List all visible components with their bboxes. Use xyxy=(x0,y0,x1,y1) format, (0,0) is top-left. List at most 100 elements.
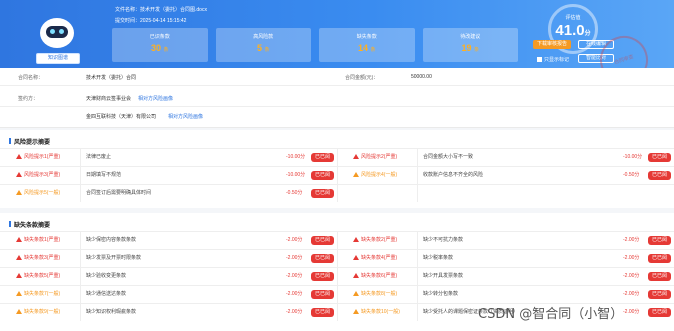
item-description: 缺少验收变更条款 xyxy=(86,273,127,279)
robot-avatar-icon xyxy=(40,18,74,48)
severe-level-label: 缺失条款2(严重) xyxy=(353,232,397,249)
item-description: 合同金额大小写不一致 xyxy=(423,154,474,160)
item-description: 缺少通信送达条款 xyxy=(86,291,127,297)
risk-summary-section: 风险提示摘要 风险提示1(严重) 法律已废止 -10.00分 已已阅 风险提示2(严重)… xyxy=(0,130,674,208)
warning-icon xyxy=(16,255,22,261)
contract-review-page: 知识图谱 文件名称：技术开发（委托）合同图.docx 提交时间：2025-04-… xyxy=(0,0,674,331)
normal-level-label: 缺失条款10(一般) xyxy=(353,304,400,321)
mark-read-button[interactable]: 已已阅 xyxy=(648,290,671,299)
severe-level-label: 风险提示1(严重) xyxy=(16,149,60,166)
severe-level-label: 风险提示2(严重) xyxy=(353,149,397,166)
item-score: -2.00分 xyxy=(286,291,303,297)
item-description: 缺少知识权利瑕疵条款 xyxy=(86,309,137,315)
submit-time: 提交时间：2025-04-14 15:15:42 xyxy=(115,18,187,24)
mark-read-button[interactable]: 已已阅 xyxy=(311,189,334,198)
summary-row: 缺失条款7(一般) 缺少通信送达条款 -2.00分 已已阅 缺失条款8(一般) 缺少转分包… xyxy=(0,285,674,303)
warning-icon xyxy=(16,172,22,178)
stat-card-value: 19 条 xyxy=(461,43,480,53)
party-risk-link[interactable]: 相对方风险画像 xyxy=(168,113,203,120)
item-description: 缺少开具发票条款 xyxy=(423,273,464,279)
warning-icon xyxy=(16,154,22,160)
stat-card-suggestions[interactable]: 待改建议 19 条 xyxy=(422,28,518,62)
stat-card-label: 待改建议 xyxy=(460,34,481,40)
item-score: -10.00分 xyxy=(286,172,306,178)
mark-read-button[interactable]: 已已阅 xyxy=(311,254,334,263)
mark-read-button[interactable]: 已已阅 xyxy=(648,236,671,245)
mark-read-button[interactable]: 已已阅 xyxy=(648,272,671,281)
mark-read-button[interactable]: 已已阅 xyxy=(311,171,334,180)
download-report-button[interactable]: 下载审核报告 xyxy=(533,40,571,49)
item-score: -2.00分 xyxy=(286,255,303,261)
stat-card-missing[interactable]: 缺失条款 14 条 xyxy=(319,28,415,62)
severe-level-label: 缺失条款4(严重) xyxy=(353,250,397,267)
stat-card-high-risk[interactable]: 高风险款 5 条 xyxy=(215,28,311,62)
item-description: 合同签订后需要明确具体时间 xyxy=(86,190,152,196)
severe-level-label: 缺失条款6(严重) xyxy=(353,268,397,285)
show-marked-checkbox[interactable]: 只显示标记 xyxy=(537,56,569,63)
normal-level-label: 缺失条款9(一般) xyxy=(16,304,60,321)
item-score: -2.00分 xyxy=(286,273,303,279)
mark-read-button[interactable]: 已已阅 xyxy=(311,153,334,162)
warning-icon xyxy=(16,291,22,297)
item-description: 缺少发票及开票时限条款 xyxy=(86,255,142,261)
item-score: -2.00分 xyxy=(286,309,303,315)
item-score: -0.50分 xyxy=(623,172,640,178)
mark-read-button[interactable]: 已已阅 xyxy=(311,272,334,281)
contract-name-value: 技术开发（委托）合同 xyxy=(86,75,137,81)
item-description: 法律已废止 xyxy=(86,154,112,160)
item-description: 缺少转分包条款 xyxy=(423,291,459,297)
item-score: -2.00分 xyxy=(286,237,303,243)
summary-row: 缺失条款1(严重) 缺少保密内容条款条款 -2.00分 已已阅 缺失条款2(严重) 缺少不… xyxy=(0,231,674,249)
summary-row: 风险提示3(严重) 日期填写不规范 -10.00分 已已阅 风险提示4(一般) 收款账户信… xyxy=(0,166,674,184)
severe-level-label: 缺失条款5(严重) xyxy=(16,268,60,285)
review-header: 知识图谱 文件名称：技术开发（委托）合同图.docx 提交时间：2025-04-… xyxy=(0,0,674,68)
normal-level-label: 风险提示5(一般) xyxy=(16,185,60,202)
knowledge-graph-button[interactable]: 知识图谱 xyxy=(36,53,80,64)
item-description: 缺少税率条款 xyxy=(423,255,454,261)
mark-read-button[interactable]: 已已阅 xyxy=(648,308,671,317)
mark-read-button[interactable]: 已已阅 xyxy=(311,290,334,299)
item-description: 缺少不可抗力条款 xyxy=(423,237,464,243)
normal-level-label: 缺失条款7(一般) xyxy=(16,286,60,303)
warning-icon xyxy=(16,309,22,315)
contract-info: 合同名称： 技术开发（委托）合同 合同金额(元)： 50000.00 签约方： … xyxy=(0,68,674,128)
stat-card-identified[interactable]: 已识条款 30 条 xyxy=(112,28,208,62)
warning-icon xyxy=(353,154,359,160)
checkbox-icon[interactable] xyxy=(537,57,542,63)
item-description: 收款账户信息不齐全的风险 xyxy=(423,172,484,178)
item-score: -2.00分 xyxy=(623,273,640,279)
warning-icon xyxy=(353,172,359,178)
summary-row: 风险提示1(严重) 法律已废止 -10.00分 已已阅 风险提示2(严重) 合同金额大小写… xyxy=(0,148,674,166)
item-score: -2.00分 xyxy=(623,309,640,315)
file-name: 文件名称：技术开发（委托）合同图.docx xyxy=(115,7,207,13)
party-risk-link[interactable]: 相对方风险画像 xyxy=(138,95,173,102)
normal-level-label: 风险提示4(一般) xyxy=(353,167,397,184)
contract-amount-key: 合同金额(元)： xyxy=(345,75,379,81)
gauge-label: 评估值 xyxy=(565,15,581,21)
stat-card-label: 缺失条款 xyxy=(356,34,377,40)
stat-cards: 已识条款 30 条 高风险款 5 条 缺失条款 14 条 待改建议 19 条 xyxy=(112,28,518,62)
party-name: 金四互联科技（天津）有限公司 xyxy=(86,114,157,120)
stat-card-label: 高风险款 xyxy=(253,34,274,40)
warning-icon xyxy=(353,237,359,243)
warning-icon xyxy=(353,309,359,315)
mark-read-button[interactable]: 已已阅 xyxy=(648,171,671,180)
mark-read-button[interactable]: 已已阅 xyxy=(648,153,671,162)
stat-card-label: 已识条款 xyxy=(149,34,170,40)
warning-icon xyxy=(353,273,359,279)
watermark: CSDN @智合同（小智） xyxy=(478,307,624,322)
section-title: 缺失条款摘要 xyxy=(8,220,50,229)
item-description: 缺少保密内容条款条款 xyxy=(86,237,137,243)
party-name: 天津财商云签事业会 xyxy=(86,96,132,102)
mark-read-button[interactable]: 已已阅 xyxy=(311,308,334,317)
warning-icon xyxy=(353,291,359,297)
mark-read-button[interactable]: 已已阅 xyxy=(311,236,334,245)
item-score: -2.00分 xyxy=(623,255,640,261)
mark-read-button[interactable]: 已已阅 xyxy=(648,254,671,263)
warning-icon xyxy=(16,237,22,243)
severe-level-label: 风险提示3(严重) xyxy=(16,167,60,184)
item-score: -0.50分 xyxy=(286,190,303,196)
warning-icon xyxy=(16,190,22,196)
party-key: 签约方： xyxy=(18,96,39,102)
warning-icon xyxy=(353,255,359,261)
